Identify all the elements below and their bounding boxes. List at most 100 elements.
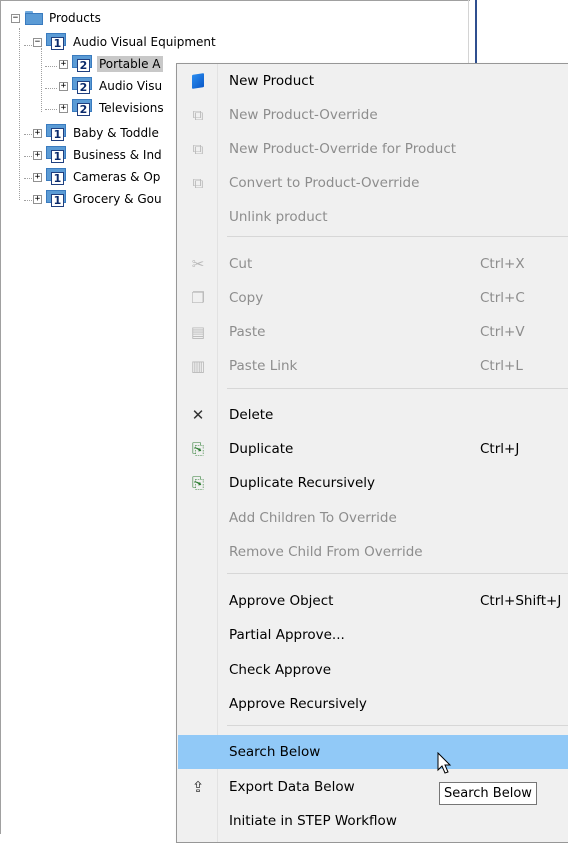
menu-item-shortcut: Ctrl+L (480, 358, 523, 374)
tree-node-label: Portable A (97, 56, 163, 72)
expand-toggle[interactable]: + (33, 172, 42, 182)
tree-node-label: Products (49, 11, 101, 25)
copy-icon: ❐ (191, 289, 205, 307)
duplicate-icon: ⎘ (191, 440, 204, 458)
menu-item-label: New Product-Override (229, 107, 378, 123)
menu-item-delete[interactable]: ✕ Delete (178, 398, 568, 432)
menu-item-label: Approve Object (229, 593, 334, 609)
paste-link-icon: ▥ (190, 357, 206, 375)
collapse-toggle[interactable]: − (11, 13, 20, 23)
menu-item-approve-object[interactable]: Approve Object Ctrl+Shift+J (178, 584, 568, 618)
menu-item-label: New Product (229, 73, 314, 89)
level-1-classification-icon: 1 (46, 124, 68, 142)
menu-item-label: Approve Recursively (229, 696, 367, 712)
menu-item-shortcut: Ctrl+C (480, 290, 525, 306)
tree-node-portable-audio[interactable]: + 2 Portable A (59, 54, 163, 74)
tree-node-televisions[interactable]: + 2 Televisions (59, 98, 166, 118)
menu-item-label: New Product-Override for Product (229, 141, 457, 157)
tree-node-audio-visual[interactable]: + 2 Audio Visu (59, 76, 164, 96)
tree-node-label: Baby & Toddle (73, 126, 159, 140)
duplicate-icon: ⎘ (191, 474, 204, 492)
tree-node-label: Business & Ind (73, 148, 162, 162)
menu-item-label: Add Children To Override (229, 510, 397, 526)
menu-item-shortcut: Ctrl+J (480, 441, 520, 457)
menu-item-cut[interactable]: ✂ Cut Ctrl+X (178, 247, 568, 281)
menu-item-check-approve[interactable]: Check Approve (178, 653, 568, 687)
tree-node-label: Audio Visual Equipment (73, 35, 216, 49)
tree-node-label: Audio Visu (99, 79, 163, 93)
scissors-icon: ✂ (191, 255, 205, 273)
menu-item-paste[interactable]: ▤ Paste Ctrl+V (178, 315, 568, 349)
tree-connector (41, 48, 43, 112)
menu-item-label: Paste Link (229, 358, 298, 374)
menu-item-label: Initiate in STEP Workflow (229, 813, 397, 829)
menu-item-label: Duplicate Recursively (229, 475, 376, 491)
tree-connector (19, 28, 21, 200)
tree-connector (45, 66, 57, 68)
menu-item-partial-approve[interactable]: Partial Approve... (178, 618, 568, 652)
menu-item-duplicate[interactable]: ⎘ Duplicate Ctrl+J (178, 432, 568, 466)
expand-toggle[interactable]: + (33, 128, 42, 138)
menu-item-new-product-override[interactable]: ⧉ New Product-Override (178, 98, 568, 132)
collapse-toggle[interactable]: − (33, 37, 42, 47)
expand-toggle[interactable]: + (59, 81, 68, 91)
menu-item-label: Remove Child From Override (229, 544, 423, 560)
menu-item-label: Copy (229, 290, 264, 306)
delete-x-icon: ✕ (191, 406, 205, 424)
menu-item-paste-link[interactable]: ▥ Paste Link Ctrl+L (178, 349, 568, 383)
menu-item-approve-recursively[interactable]: Approve Recursively (178, 687, 568, 721)
menu-item-label: Convert to Product-Override (229, 175, 420, 191)
expand-toggle[interactable]: + (59, 59, 68, 69)
menu-item-label: Partial Approve... (229, 627, 345, 643)
tree-node-label: Grocery & Gou (73, 192, 162, 206)
level-2-classification-icon: 2 (72, 99, 94, 117)
level-1-classification-icon: 1 (46, 190, 68, 208)
folder-icon (24, 10, 44, 26)
level-2-classification-icon: 2 (72, 55, 94, 73)
menu-item-label: Search Below (229, 744, 321, 760)
menu-separator (227, 236, 568, 237)
menu-item-shortcut: Ctrl+V (480, 324, 525, 340)
menu-item-search-below[interactable]: Search Below (178, 735, 568, 769)
level-1-classification-icon: 1 (46, 168, 68, 186)
menu-item-label: Unlink product (229, 209, 328, 225)
menu-item-initiate-workflow[interactable]: Initiate in STEP Workflow (178, 804, 568, 838)
menu-item-convert-to-override[interactable]: ⧉ Convert to Product-Override (178, 166, 568, 200)
menu-item-add-children-to-override[interactable]: Add Children To Override (178, 501, 568, 535)
menu-item-label: Delete (229, 407, 274, 423)
menu-item-label: Export Data Below (229, 779, 355, 795)
paste-icon: ▤ (190, 323, 206, 341)
menu-item-duplicate-recursively[interactable]: ⎘ Duplicate Recursively (178, 466, 568, 500)
mouse-cursor-icon (437, 752, 452, 774)
menu-item-remove-child-from-override[interactable]: Remove Child From Override (178, 535, 568, 569)
tree-connector (45, 88, 57, 90)
menu-item-label: Duplicate (229, 441, 294, 457)
tree-node-cameras-optics[interactable]: + 1 Cameras & Op (33, 167, 162, 187)
menu-item-new-product-override-for-product[interactable]: ⧉ New Product-Override for Product (178, 132, 568, 166)
level-2-classification-icon: 2 (72, 77, 94, 95)
menu-item-shortcut: Ctrl+Shift+J (480, 593, 562, 609)
tree-node-products[interactable]: − Products (11, 8, 103, 28)
override-icon: ⧉ (192, 140, 204, 158)
tree-connector (45, 109, 57, 111)
menu-separator (227, 388, 568, 389)
tree-node-baby-toddler[interactable]: + 1 Baby & Toddle (33, 123, 161, 143)
new-product-icon (190, 73, 206, 89)
override-icon: ⧉ (192, 174, 204, 192)
expand-toggle[interactable]: + (33, 194, 42, 204)
menu-item-label: Check Approve (229, 662, 332, 678)
override-icon: ⧉ (192, 106, 204, 124)
menu-item-label: Cut (229, 256, 253, 272)
menu-separator (227, 573, 568, 574)
expand-toggle[interactable]: + (33, 150, 42, 160)
menu-item-new-product[interactable]: New Product (178, 64, 568, 98)
menu-item-label: Paste (229, 324, 266, 340)
tree-node-grocery-gourmet[interactable]: + 1 Grocery & Gou (33, 189, 164, 209)
menu-item-copy[interactable]: ❐ Copy Ctrl+C (178, 281, 568, 315)
menu-item-unlink-product[interactable]: Unlink product (178, 200, 568, 234)
tree-node-audio-visual-equipment[interactable]: − 1 Audio Visual Equipment (33, 32, 218, 52)
level-1-classification-icon: 1 (46, 33, 68, 51)
tree-node-label: Televisions (99, 101, 164, 115)
tree-node-business-industrial[interactable]: + 1 Business & Ind (33, 145, 164, 165)
expand-toggle[interactable]: + (59, 103, 68, 113)
